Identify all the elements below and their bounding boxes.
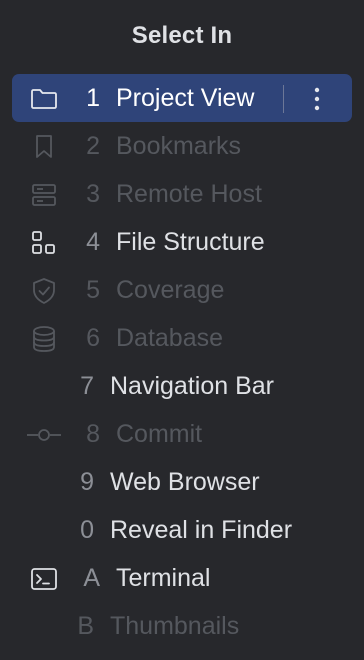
item-label: Navigation Bar bbox=[110, 372, 274, 400]
list-item-web-browser[interactable]: 9 Web Browser bbox=[12, 458, 352, 506]
item-label: Project View bbox=[116, 84, 255, 112]
bookmark-icon bbox=[30, 133, 58, 161]
popup-title: Select In bbox=[131, 22, 233, 49]
shield-icon bbox=[30, 277, 58, 305]
list-item-coverage[interactable]: 5 Coverage bbox=[12, 266, 352, 314]
item-number: 5 bbox=[86, 276, 100, 304]
list-item-file-structure[interactable]: 4 File Structure bbox=[12, 218, 352, 266]
list-item-bookmarks[interactable]: 2 Bookmarks bbox=[12, 122, 352, 170]
item-label: File Structure bbox=[116, 228, 265, 256]
list-item-navigation-bar[interactable]: 7 Navigation Bar bbox=[12, 362, 352, 410]
structure-icon bbox=[30, 229, 58, 257]
item-number: A bbox=[83, 564, 100, 592]
item-number: 6 bbox=[86, 324, 100, 352]
item-label: Coverage bbox=[116, 276, 225, 304]
item-number: 4 bbox=[86, 228, 100, 256]
item-number: 3 bbox=[86, 180, 100, 208]
more-vertical-icon[interactable] bbox=[305, 85, 329, 113]
list-item-database[interactable]: 6 Database bbox=[12, 314, 352, 362]
separator bbox=[283, 85, 284, 113]
item-number: 7 bbox=[80, 372, 94, 400]
item-label: Database bbox=[116, 324, 224, 352]
database-icon bbox=[30, 325, 58, 353]
list-item-project-view[interactable]: 1 Project View bbox=[12, 74, 352, 122]
item-number: 2 bbox=[86, 132, 100, 160]
item-label: Bookmarks bbox=[116, 132, 242, 160]
item-label: Remote Host bbox=[116, 180, 262, 208]
item-label: Reveal in Finder bbox=[110, 516, 293, 544]
item-number: 8 bbox=[86, 420, 100, 448]
select-in-popup: Select In 1 Project View 2 Bookmarks 3 R… bbox=[0, 0, 364, 660]
folder-icon bbox=[30, 85, 58, 113]
item-number: B bbox=[77, 612, 94, 640]
item-label: Commit bbox=[116, 420, 203, 448]
item-label: Web Browser bbox=[110, 468, 260, 496]
list-item-reveal-in-finder[interactable]: 0 Reveal in Finder bbox=[12, 506, 352, 554]
commit-icon bbox=[26, 421, 62, 449]
terminal-icon bbox=[30, 565, 58, 593]
item-label: Terminal bbox=[116, 564, 211, 592]
server-icon bbox=[30, 181, 58, 209]
item-number: 1 bbox=[86, 84, 100, 112]
list-item-remote-host[interactable]: 3 Remote Host bbox=[12, 170, 352, 218]
item-label: Thumbnails bbox=[110, 612, 240, 640]
item-number: 9 bbox=[80, 468, 94, 496]
item-number: 0 bbox=[80, 516, 94, 544]
list-item-terminal[interactable]: A Terminal bbox=[12, 554, 352, 602]
list-item-thumbnails[interactable]: B Thumbnails bbox=[12, 602, 352, 650]
list-item-commit[interactable]: 8 Commit bbox=[12, 410, 352, 458]
